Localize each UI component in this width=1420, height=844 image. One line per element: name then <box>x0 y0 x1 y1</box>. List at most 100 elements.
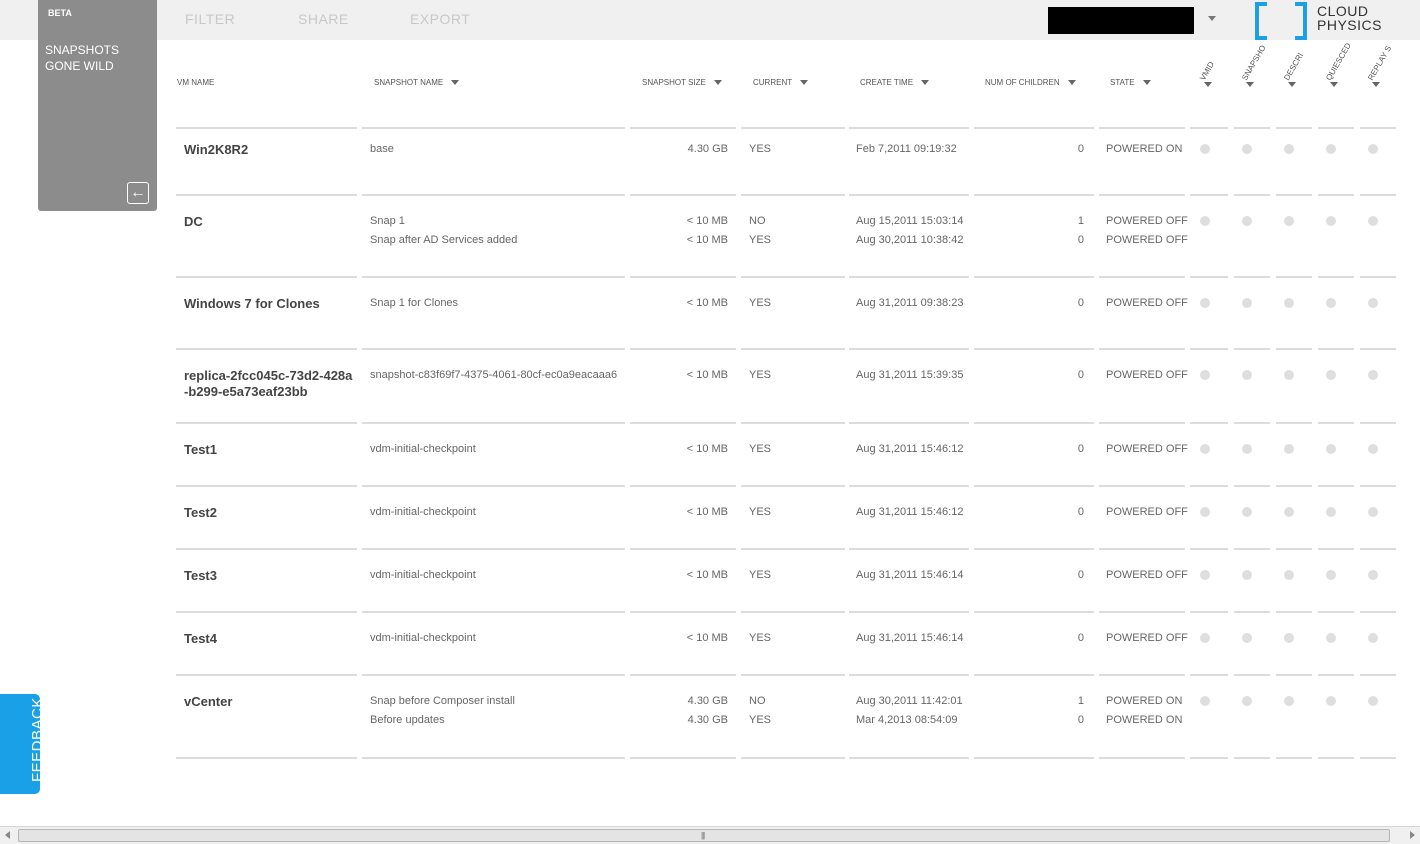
status-dot-icon[interactable] <box>1368 633 1378 643</box>
vm-name[interactable]: DC <box>184 214 354 230</box>
status-dot-icon[interactable] <box>1242 144 1252 154</box>
status-dot-icon[interactable] <box>1200 633 1210 643</box>
vm-name[interactable]: Test1 <box>184 442 354 458</box>
status-dot-icon[interactable] <box>1368 144 1378 154</box>
status-dot-icon[interactable] <box>1284 144 1294 154</box>
scrollbar-thumb[interactable]: ||| <box>18 829 1390 842</box>
column-header-rotated[interactable]: SNAPSHO <box>1240 42 1267 82</box>
vm-name[interactable]: vCenter <box>184 694 354 710</box>
row-divider <box>1360 485 1396 487</box>
sort-caret-icon[interactable] <box>713 80 722 86</box>
status-dot-icon[interactable] <box>1326 633 1336 643</box>
status-dot-icon[interactable] <box>1200 370 1210 380</box>
status-dot-icon[interactable] <box>1242 570 1252 580</box>
column-header-rotated[interactable]: REPLAY S <box>1366 42 1393 82</box>
account-dropdown-icon[interactable] <box>1208 16 1216 21</box>
column-header-rotated[interactable]: QUIESCED <box>1324 41 1353 82</box>
status-dot-icon[interactable] <box>1284 507 1294 517</box>
row-divider <box>630 194 736 196</box>
sort-caret-icon[interactable] <box>1142 80 1151 86</box>
sort-caret-icon[interactable] <box>921 80 930 86</box>
status-dot-icon[interactable] <box>1200 298 1210 308</box>
row-divider <box>1234 194 1270 196</box>
status-dot-icon[interactable] <box>1368 570 1378 580</box>
sort-caret-icon[interactable] <box>1330 82 1338 87</box>
status-dot-icon[interactable] <box>1200 570 1210 580</box>
column-header-num-children[interactable]: NUM OF CHILDREN <box>985 78 1076 87</box>
sort-caret-icon[interactable] <box>1067 80 1076 86</box>
vm-name[interactable]: Windows 7 for Clones <box>184 296 354 312</box>
sort-caret-icon[interactable] <box>1288 82 1296 87</box>
row-divider <box>741 548 845 550</box>
status-dot-icon[interactable] <box>1284 298 1294 308</box>
status-dot-icon[interactable] <box>1284 370 1294 380</box>
status-dot-icon[interactable] <box>1326 507 1336 517</box>
status-dot-icon[interactable] <box>1284 216 1294 226</box>
status-dot-icon[interactable] <box>1242 696 1252 706</box>
row-divider <box>362 348 625 350</box>
status-dot-icon[interactable] <box>1200 216 1210 226</box>
status-dot-icon[interactable] <box>1242 216 1252 226</box>
sort-caret-icon[interactable] <box>1372 82 1380 87</box>
status-dot-icon[interactable] <box>1284 444 1294 454</box>
scroll-right-icon[interactable] <box>1410 831 1415 839</box>
column-header-create-time[interactable]: CREATE TIME <box>860 78 930 87</box>
status-dot-icon[interactable] <box>1368 216 1378 226</box>
status-dot-icon[interactable] <box>1242 370 1252 380</box>
column-header-snapshot-name[interactable]: SNAPSHOT NAME <box>374 78 460 87</box>
status-dot-icon[interactable] <box>1326 696 1336 706</box>
sort-caret-icon[interactable] <box>451 80 460 86</box>
vm-name[interactable]: replica-2fcc045c-73d2-428a-b299-e5a73eaf… <box>184 368 354 400</box>
status-dot-icon[interactable] <box>1284 696 1294 706</box>
vm-state: POWERED ON <box>1106 143 1183 155</box>
horizontal-scrollbar[interactable]: ||| <box>0 826 1420 844</box>
status-dot-icon[interactable] <box>1368 370 1378 380</box>
account-selector[interactable] <box>1048 7 1194 34</box>
logo-line-2: PHYSICS <box>1317 17 1382 33</box>
status-dot-icon[interactable] <box>1284 570 1294 580</box>
export-button[interactable]: EXPORT <box>410 11 470 27</box>
column-header-state[interactable]: STATE <box>1110 78 1151 87</box>
status-dot-icon[interactable] <box>1326 370 1336 380</box>
status-dot-icon[interactable] <box>1368 507 1378 517</box>
sort-caret-icon[interactable] <box>1246 82 1254 87</box>
status-dot-icon[interactable] <box>1242 633 1252 643</box>
filter-button[interactable]: FILTER <box>185 11 235 27</box>
row-divider <box>849 276 969 278</box>
status-dot-icon[interactable] <box>1326 216 1336 226</box>
column-header-rotated[interactable]: VMID <box>1198 42 1216 82</box>
vm-name[interactable]: Win2K8R2 <box>184 142 354 158</box>
status-dot-icon[interactable] <box>1200 507 1210 517</box>
column-header-vm-name[interactable]: VM NAME <box>177 78 214 87</box>
status-dot-icon[interactable] <box>1368 444 1378 454</box>
column-header-current[interactable]: CURRENT <box>753 78 809 87</box>
num-children: 0 <box>1077 297 1084 309</box>
status-dot-icon[interactable] <box>1326 298 1336 308</box>
status-dot-icon[interactable] <box>1200 444 1210 454</box>
status-dot-icon[interactable] <box>1284 633 1294 643</box>
status-dot-icon[interactable] <box>1242 444 1252 454</box>
status-dot-icon[interactable] <box>1368 696 1378 706</box>
arrow-left-icon[interactable]: ← <box>127 182 149 204</box>
feedback-tab[interactable]: FEEDBACK <box>0 694 46 794</box>
scroll-left-icon[interactable] <box>5 831 10 839</box>
status-dot-icon[interactable] <box>1242 298 1252 308</box>
status-dot-icon[interactable] <box>1200 144 1210 154</box>
status-dot-icon[interactable] <box>1326 444 1336 454</box>
vm-name[interactable]: Test4 <box>184 631 354 647</box>
column-header-rotated[interactable]: DESCRI <box>1282 42 1305 82</box>
status-dot-icon[interactable] <box>1368 298 1378 308</box>
column-header-snapshot-size[interactable]: SNAPSHOT SIZE <box>642 78 722 87</box>
vm-name[interactable]: Test2 <box>184 505 354 521</box>
status-dot-icon[interactable] <box>1242 507 1252 517</box>
share-button[interactable]: SHARE <box>298 11 349 27</box>
status-dot-icon[interactable] <box>1200 696 1210 706</box>
sort-caret-icon[interactable] <box>800 80 809 86</box>
create-time: Aug 31,2011 15:46:14 <box>856 632 964 644</box>
vm-name[interactable]: Test3 <box>184 568 354 584</box>
row-divider <box>1190 757 1228 759</box>
row-divider <box>741 348 845 350</box>
sort-caret-icon[interactable] <box>1204 82 1212 87</box>
status-dot-icon[interactable] <box>1326 144 1336 154</box>
status-dot-icon[interactable] <box>1326 570 1336 580</box>
